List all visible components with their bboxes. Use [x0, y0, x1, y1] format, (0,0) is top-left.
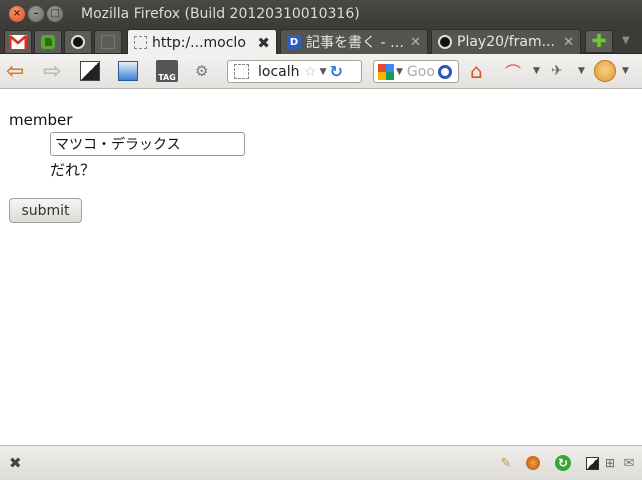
addon-dropdown-3[interactable]: ▼: [622, 59, 629, 83]
tab-label: Play20/fram...: [457, 34, 555, 50]
reload-icon[interactable]: ↻: [329, 62, 342, 81]
refresh-addon-icon[interactable]: ↻: [555, 455, 571, 471]
search-bar[interactable]: ▼ Goo: [373, 60, 459, 83]
minimize-window-icon[interactable]: –: [28, 5, 44, 22]
addon-button-4[interactable]: ⌒: [505, 59, 521, 83]
navigation-toolbar: ⇦ ⇨ TAG ⚙ localh ☆ ▼ ↻ ▼ Goo ⌂ ⌒ ▼ ✈ ▼ ▼: [0, 54, 642, 89]
screenshot-icon: [118, 61, 138, 81]
name-input[interactable]: [50, 132, 245, 156]
close-addon-bar-icon[interactable]: ✖: [9, 454, 22, 472]
rainbow-icon: ⌒: [505, 63, 522, 82]
close-tab-icon[interactable]: ✕: [563, 35, 574, 50]
chevron-down-icon: ▼: [622, 66, 629, 76]
monkey-icon: [594, 60, 616, 82]
molecule-icon: ⚙: [195, 62, 209, 80]
gmail-icon: [9, 35, 27, 49]
back-arrow-icon: ⇦: [6, 58, 25, 84]
addon-bar: ✖ ✎ ↻ ⊞ ✉: [0, 445, 642, 480]
maximize-window-icon[interactable]: □: [47, 5, 63, 22]
tab-0[interactable]: http:/...moclo ✖: [127, 29, 277, 55]
blank-page-icon: [134, 36, 147, 49]
checker-icon: [80, 61, 100, 81]
app-tab-gmail[interactable]: [4, 30, 32, 53]
help-text: だれ？: [50, 161, 96, 179]
app-tab-evernote[interactable]: [34, 30, 62, 53]
tag-icon: TAG: [156, 60, 178, 82]
tab-2[interactable]: Play20/fram... ✕: [431, 29, 581, 54]
github-icon: [438, 35, 452, 49]
forward-button[interactable]: ⇨: [43, 58, 62, 84]
grid-icon[interactable]: ⊞: [602, 455, 618, 471]
tab-strip: http:/...moclo ✖ D 記事を書く - t... ✕ Play20…: [0, 27, 642, 55]
firebug-icon[interactable]: [525, 455, 541, 471]
url-dropdown-icon[interactable]: ▼: [320, 67, 327, 77]
tag-label: TAG: [158, 73, 176, 82]
addon-dropdown-2[interactable]: ▼: [578, 59, 585, 83]
addon-button-5[interactable]: ✈: [551, 59, 563, 83]
submit-button[interactable]: submit: [9, 198, 82, 223]
chevron-down-icon: ▼: [578, 66, 585, 76]
back-button[interactable]: ⇦: [6, 58, 25, 84]
tab-1[interactable]: D 記事を書く - t... ✕: [280, 29, 428, 54]
checker-status-icon[interactable]: [584, 455, 600, 471]
url-text[interactable]: localh: [258, 64, 300, 80]
page-content: member だれ？ submit: [0, 89, 642, 445]
addon-button-6[interactable]: [594, 59, 616, 83]
close-tab-icon[interactable]: ✖: [257, 34, 270, 52]
plus-icon: ✚: [591, 31, 607, 52]
github-icon: [71, 35, 85, 49]
addon-button-3[interactable]: ⚙: [195, 59, 208, 83]
google-engine-icon[interactable]: [378, 63, 394, 80]
home-icon: ⌂: [470, 59, 483, 83]
tab-label: 記事を書く - t...: [306, 35, 406, 51]
url-bar[interactable]: localh ☆ ▼ ↻: [227, 60, 362, 83]
new-tab-button[interactable]: ✚: [585, 30, 613, 53]
bookmark-star-icon[interactable]: ☆: [304, 64, 317, 80]
mail-icon[interactable]: ✉: [621, 455, 637, 471]
search-input[interactable]: Goo: [407, 64, 437, 80]
evernote-icon: [41, 35, 55, 49]
addon-button-1[interactable]: [80, 59, 100, 83]
chevron-down-icon: ▼: [533, 66, 540, 76]
search-engine-dropdown-icon[interactable]: ▼: [396, 67, 403, 77]
search-icon[interactable]: [437, 64, 452, 79]
tab-label: http:/...moclo: [152, 34, 246, 51]
home-button[interactable]: ⌂: [470, 59, 483, 83]
window-controls: × – □: [9, 5, 63, 22]
site-identity-icon[interactable]: [234, 64, 249, 79]
close-tab-icon[interactable]: ✕: [410, 35, 421, 50]
tag-button[interactable]: TAG: [156, 59, 178, 83]
app-tab-github[interactable]: [64, 30, 92, 53]
window-title: Mozilla Firefox (Build 20120310010316): [81, 5, 360, 22]
forward-arrow-icon: ⇨: [43, 58, 62, 84]
d-icon: D: [287, 35, 301, 49]
list-all-tabs-icon[interactable]: ▼: [622, 35, 630, 46]
app-tab-blank[interactable]: [94, 30, 122, 53]
addon-dropdown-1[interactable]: ▼: [533, 59, 540, 83]
bug-icon: ✈: [551, 63, 563, 79]
member-label: member: [9, 111, 73, 129]
title-bar: × – □ Mozilla Firefox (Build 20120310010…: [0, 0, 642, 27]
close-window-icon[interactable]: ×: [9, 5, 25, 22]
addon-button-2[interactable]: [118, 59, 138, 83]
broom-icon[interactable]: ✎: [498, 455, 514, 471]
blank-app-icon: [101, 35, 115, 49]
